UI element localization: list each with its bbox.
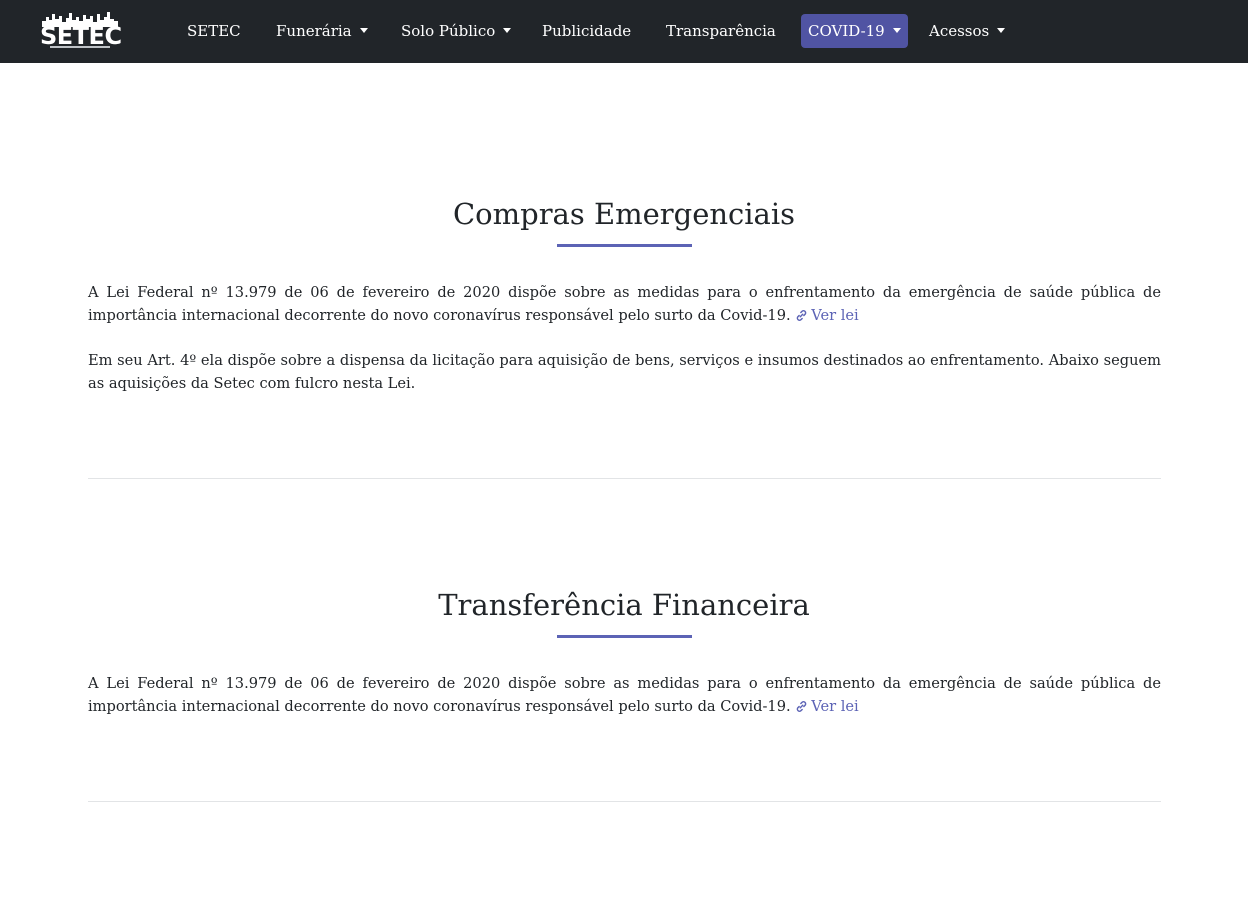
- section-paragraph: A Lei Federal nº 13.979 de 06 de feverei…: [88, 673, 1161, 718]
- nav-item-solo-publico[interactable]: Solo Público: [401, 14, 512, 48]
- nav-item-label: COVID-19: [808, 22, 885, 40]
- caret-down-icon: [997, 28, 1006, 33]
- nav-item-label: Publicidade: [542, 22, 632, 40]
- ver-lei-link[interactable]: Ver lei: [795, 697, 859, 715]
- ver-lei-label: Ver lei: [811, 306, 859, 324]
- nav-item-label: Acessos: [929, 22, 990, 40]
- paragraph-text: A Lei Federal nº 13.979 de 06 de feverei…: [88, 675, 1161, 715]
- nav-item-publicidade[interactable]: Publicidade: [542, 14, 631, 48]
- title-underline: [557, 244, 692, 247]
- link-icon: [796, 700, 807, 712]
- section-paragraph: A Lei Federal nº 13.979 de 06 de feverei…: [88, 282, 1161, 327]
- nav-item-label: Funerária: [276, 22, 352, 40]
- nav-item-funeraria[interactable]: Funerária: [276, 14, 368, 48]
- section-title-transferencia-financeira: Transferência Financeira: [438, 588, 810, 622]
- link-icon: [796, 309, 807, 321]
- setec-logo[interactable]: SETEC: [38, 11, 124, 51]
- caret-down-icon: [503, 28, 512, 33]
- ver-lei-link[interactable]: Ver lei: [795, 306, 859, 324]
- nav-item-label: Solo Público: [401, 22, 496, 40]
- paragraph-text: Em seu Art. 4º ela dispõe sobre a dispen…: [88, 352, 1161, 392]
- title-underline: [557, 635, 692, 638]
- nav-item-label: SETEC: [187, 22, 241, 40]
- section-divider: [88, 801, 1161, 802]
- section-title-compras-emergenciais: Compras Emergenciais: [452, 197, 796, 231]
- caret-down-icon: [892, 28, 901, 33]
- nav-item-setec[interactable]: SETEC: [187, 14, 241, 48]
- nav-item-covid-19[interactable]: COVID-19: [801, 14, 908, 48]
- nav-item-transparencia[interactable]: Transparência: [666, 14, 776, 48]
- ver-lei-label: Ver lei: [811, 697, 859, 715]
- section-paragraph: Em seu Art. 4º ela dispõe sobre a dispen…: [88, 350, 1161, 395]
- top-navbar: SETEC SETEC Funerária Solo Público Publi…: [0, 0, 1248, 63]
- section-divider: [88, 478, 1161, 479]
- logo-text: SETEC: [40, 22, 122, 50]
- nav-item-acessos[interactable]: Acessos: [929, 14, 1006, 48]
- logo-tagline-bar: [50, 46, 110, 48]
- nav-item-label: Transparência: [666, 22, 776, 40]
- caret-down-icon: [359, 28, 368, 33]
- paragraph-text: A Lei Federal nº 13.979 de 06 de feverei…: [88, 284, 1161, 324]
